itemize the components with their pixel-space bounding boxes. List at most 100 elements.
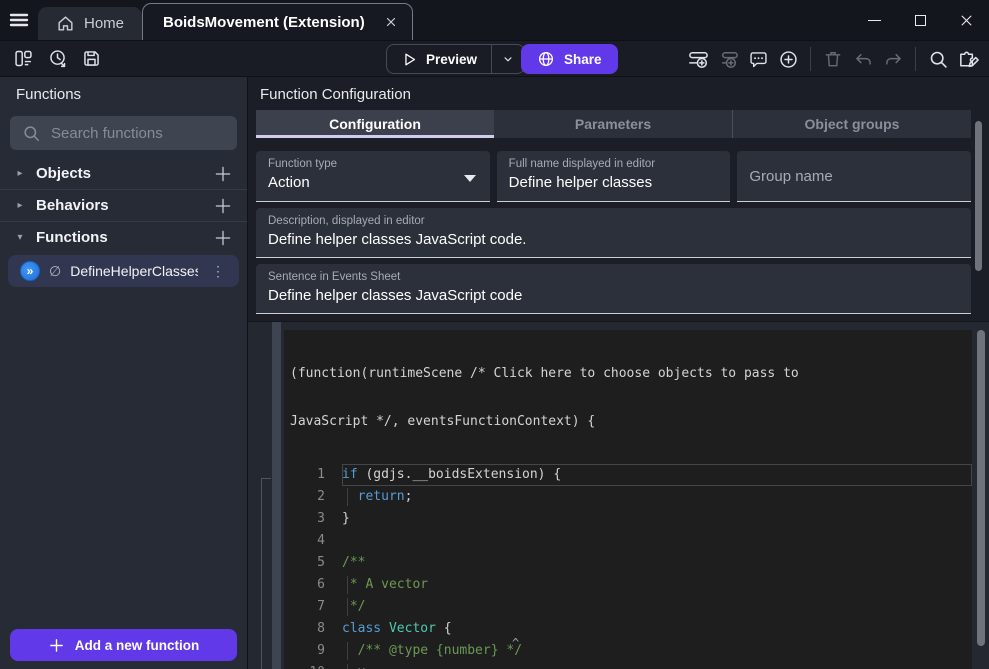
- code-header-line: (function(runtimeScene /* Click here to …: [290, 366, 972, 382]
- sidebar-section-functions[interactable]: ▾ Functions: [0, 222, 247, 253]
- line-number: 6: [284, 574, 342, 596]
- function-list-item-selected[interactable]: » ∅ DefineHelperClasses ⋮: [8, 255, 239, 287]
- group-name-placeholder: Group name: [749, 168, 832, 185]
- maximize-icon: [915, 15, 926, 26]
- search-functions-input[interactable]: [51, 125, 250, 142]
- tab-configuration[interactable]: Configuration: [256, 110, 494, 138]
- javascript-code-editor[interactable]: (function(runtimeScene /* Click here to …: [284, 330, 972, 669]
- line-content: if (gdjs.__boidsExtension) {: [342, 464, 972, 486]
- history-clock-icon: [47, 48, 68, 69]
- minimize-button[interactable]: [851, 0, 897, 40]
- indent-guide: [347, 576, 348, 594]
- line-content: return;: [342, 486, 972, 508]
- add-subevent-button[interactable]: [715, 46, 741, 72]
- main-menu-button[interactable]: [0, 0, 38, 40]
- undo-icon: [853, 49, 874, 70]
- indent-guide: [347, 598, 348, 616]
- close-icon: [959, 13, 974, 28]
- sentence-field[interactable]: Sentence in Events Sheet Define helper c…: [256, 264, 971, 314]
- extension-edit-icon: [957, 48, 980, 71]
- section-functions-label: Functions: [36, 229, 203, 246]
- indent-guide: [347, 488, 348, 506]
- project-manager-button[interactable]: [10, 46, 36, 72]
- tab-object-groups[interactable]: Object groups: [732, 110, 971, 138]
- search-functions-box[interactable]: [10, 116, 237, 150]
- share-button[interactable]: Share: [521, 44, 618, 74]
- functions-sidebar: Functions ▸ Objects ▸ Behaviors: [0, 77, 248, 669]
- add-event-button[interactable]: [685, 46, 711, 72]
- add-object-button[interactable]: [213, 164, 233, 184]
- search-icon: [928, 49, 949, 70]
- tab-close-button[interactable]: [384, 15, 398, 29]
- code-line-3[interactable]: 3}: [284, 508, 972, 530]
- description-label: Description, displayed in editor: [268, 215, 959, 227]
- add-function-plus-button[interactable]: [213, 228, 233, 248]
- code-line-9[interactable]: 9 /** @type {number} */: [284, 640, 972, 662]
- add-subevent-icon: [717, 48, 740, 71]
- tab-home[interactable]: Home: [38, 7, 142, 40]
- redo-icon: [883, 49, 904, 70]
- comment-icon: [748, 49, 769, 70]
- titlebar: Home BoidsMovement (Extension): [0, 0, 989, 40]
- tab-parameters[interactable]: Parameters: [494, 110, 732, 138]
- save-button[interactable]: [78, 46, 104, 72]
- add-button[interactable]: [775, 46, 801, 72]
- function-icon: »: [20, 261, 40, 281]
- sidebar-section-behaviors[interactable]: ▸ Behaviors: [0, 190, 247, 221]
- edit-extension-button[interactable]: [955, 46, 981, 72]
- plus-icon: [48, 637, 65, 654]
- add-comment-button[interactable]: [745, 46, 771, 72]
- sidebar-spacer: [0, 291, 247, 629]
- preview-button[interactable]: Preview: [387, 45, 491, 73]
- full-name-field[interactable]: Full name displayed in editor Define hel…: [497, 151, 731, 202]
- code-line-10[interactable]: 10 x;: [284, 662, 972, 669]
- redo-button[interactable]: [880, 46, 906, 72]
- add-event-icon: [687, 48, 710, 71]
- add-new-function-button[interactable]: Add a new function: [10, 629, 237, 661]
- window-controls: [851, 0, 989, 40]
- line-content: */: [342, 596, 972, 618]
- tab-extension[interactable]: BoidsMovement (Extension): [142, 3, 413, 40]
- code-line-2[interactable]: 2 return;: [284, 486, 972, 508]
- code-line-6[interactable]: 6 * A vector: [284, 574, 972, 596]
- chevron-down-icon: [501, 52, 515, 66]
- home-icon: [56, 14, 75, 33]
- group-name-field[interactable]: Group name: [737, 151, 971, 202]
- code-line-1[interactable]: 1if (gdjs.__boidsExtension) {: [284, 464, 972, 486]
- toolbar-separator: [915, 47, 916, 71]
- preview-split-button: Preview: [386, 44, 525, 74]
- event-drag-handle[interactable]: [272, 322, 281, 669]
- events-scrollbar[interactable]: [977, 330, 985, 646]
- configuration-title: Function Configuration: [256, 77, 971, 110]
- line-number: 4: [284, 530, 342, 552]
- config-scrollbar[interactable]: [975, 121, 982, 271]
- code-line-5[interactable]: 5/**: [284, 552, 972, 574]
- chevron-right-icon: ▸: [14, 168, 26, 179]
- full-name-label: Full name displayed in editor: [509, 158, 719, 170]
- configuration-tabs: Configuration Parameters Object groups: [256, 110, 971, 138]
- code-line-8[interactable]: 8class Vector {: [284, 618, 972, 640]
- function-type-select[interactable]: Function type Action: [256, 151, 490, 202]
- sidebar-section-objects[interactable]: ▸ Objects: [0, 158, 247, 189]
- undo-button[interactable]: [850, 46, 876, 72]
- line-content: }: [342, 508, 972, 530]
- toolbar: Preview Share: [0, 40, 989, 76]
- maximize-button[interactable]: [897, 0, 943, 40]
- line-content: class Vector {: [342, 618, 972, 640]
- code-line-7[interactable]: 7 */: [284, 596, 972, 618]
- history-button[interactable]: [44, 46, 70, 72]
- code-line-4[interactable]: 4: [284, 530, 972, 552]
- description-field[interactable]: Description, displayed in editor Define …: [256, 208, 971, 258]
- event-outline: [261, 478, 271, 669]
- close-icon: [384, 15, 398, 29]
- add-behavior-button[interactable]: [213, 196, 233, 216]
- preview-options-button[interactable]: [491, 45, 524, 73]
- search-events-button[interactable]: [925, 46, 951, 72]
- close-window-button[interactable]: [943, 0, 989, 40]
- delete-button[interactable]: [820, 46, 846, 72]
- function-configuration-panel: Function Configuration Configuration Par…: [248, 77, 989, 321]
- code-header[interactable]: (function(runtimeScene /* Click here to …: [284, 330, 972, 464]
- search-icon: [22, 124, 41, 143]
- editor-resize-caret-icon[interactable]: ^: [512, 636, 519, 650]
- function-item-menu-button[interactable]: ⋮: [207, 263, 229, 280]
